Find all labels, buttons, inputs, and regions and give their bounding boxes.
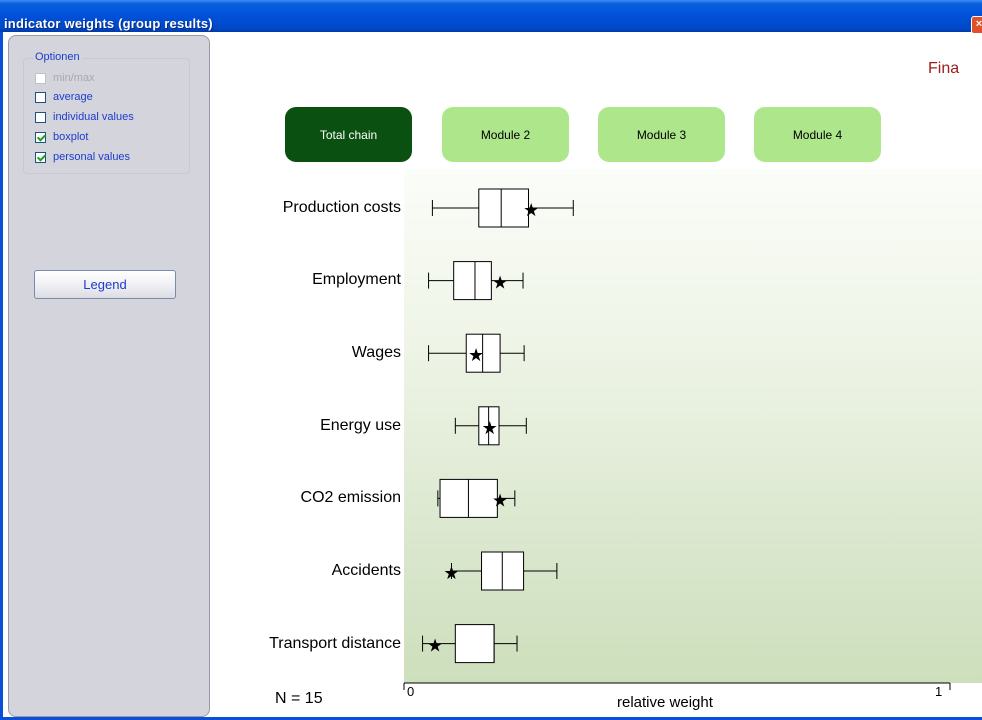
transport-distance-personal-marker: ★ <box>427 636 443 657</box>
production-costs-personal-marker: ★ <box>523 200 539 221</box>
employment-personal-marker: ★ <box>492 273 508 294</box>
transport-distance-box <box>454 624 495 664</box>
boxplot-chart: ★ ★ ★ ★ ★ ★ ★ <box>403 188 951 690</box>
accidents-personal-marker: ★ <box>443 563 459 584</box>
co2-emission-personal-marker: ★ <box>492 490 508 511</box>
employment-box <box>453 261 492 301</box>
wages-personal-marker: ★ <box>468 345 484 366</box>
production-costs-box <box>478 188 529 228</box>
energy-use-personal-marker: ★ <box>482 418 498 439</box>
